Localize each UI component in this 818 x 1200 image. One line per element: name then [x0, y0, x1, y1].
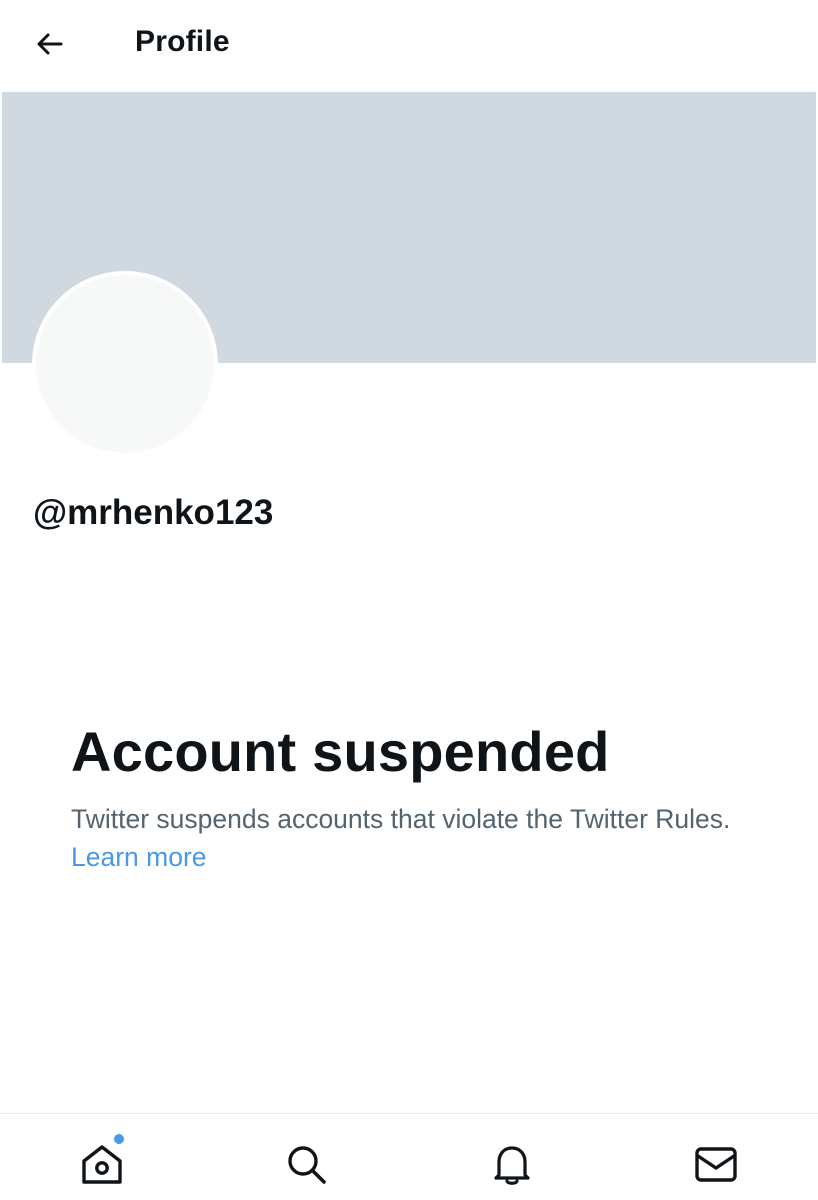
suspension-message: Twitter suspends accounts that violate t…: [71, 800, 731, 876]
suspension-body-text: Twitter suspends accounts that violate t…: [71, 804, 731, 834]
search-icon: [288, 1146, 326, 1184]
nav-messages-button[interactable]: [690, 1138, 742, 1190]
suspension-title: Account suspended: [71, 720, 610, 783]
top-bar: Profile: [0, 0, 818, 92]
home-icon: [82, 1145, 122, 1184]
nav-home-button[interactable]: [76, 1138, 128, 1190]
avatar[interactable]: [32, 271, 218, 457]
page-title: Profile: [135, 25, 230, 58]
learn-more-link[interactable]: Learn more: [71, 842, 207, 872]
profile-page: Profile @mrhenko123 Account suspended Tw…: [0, 0, 818, 1200]
back-button[interactable]: [28, 22, 72, 66]
nav-search-button[interactable]: [280, 1138, 332, 1190]
bottom-nav: [0, 1113, 818, 1200]
mail-icon: [695, 1147, 737, 1182]
home-notification-dot: [114, 1134, 124, 1144]
bell-icon: [494, 1146, 530, 1185]
nav-notifications-button[interactable]: [486, 1138, 538, 1190]
arrow-left-icon: [37, 33, 63, 55]
profile-handle: @mrhenko123: [33, 493, 274, 532]
